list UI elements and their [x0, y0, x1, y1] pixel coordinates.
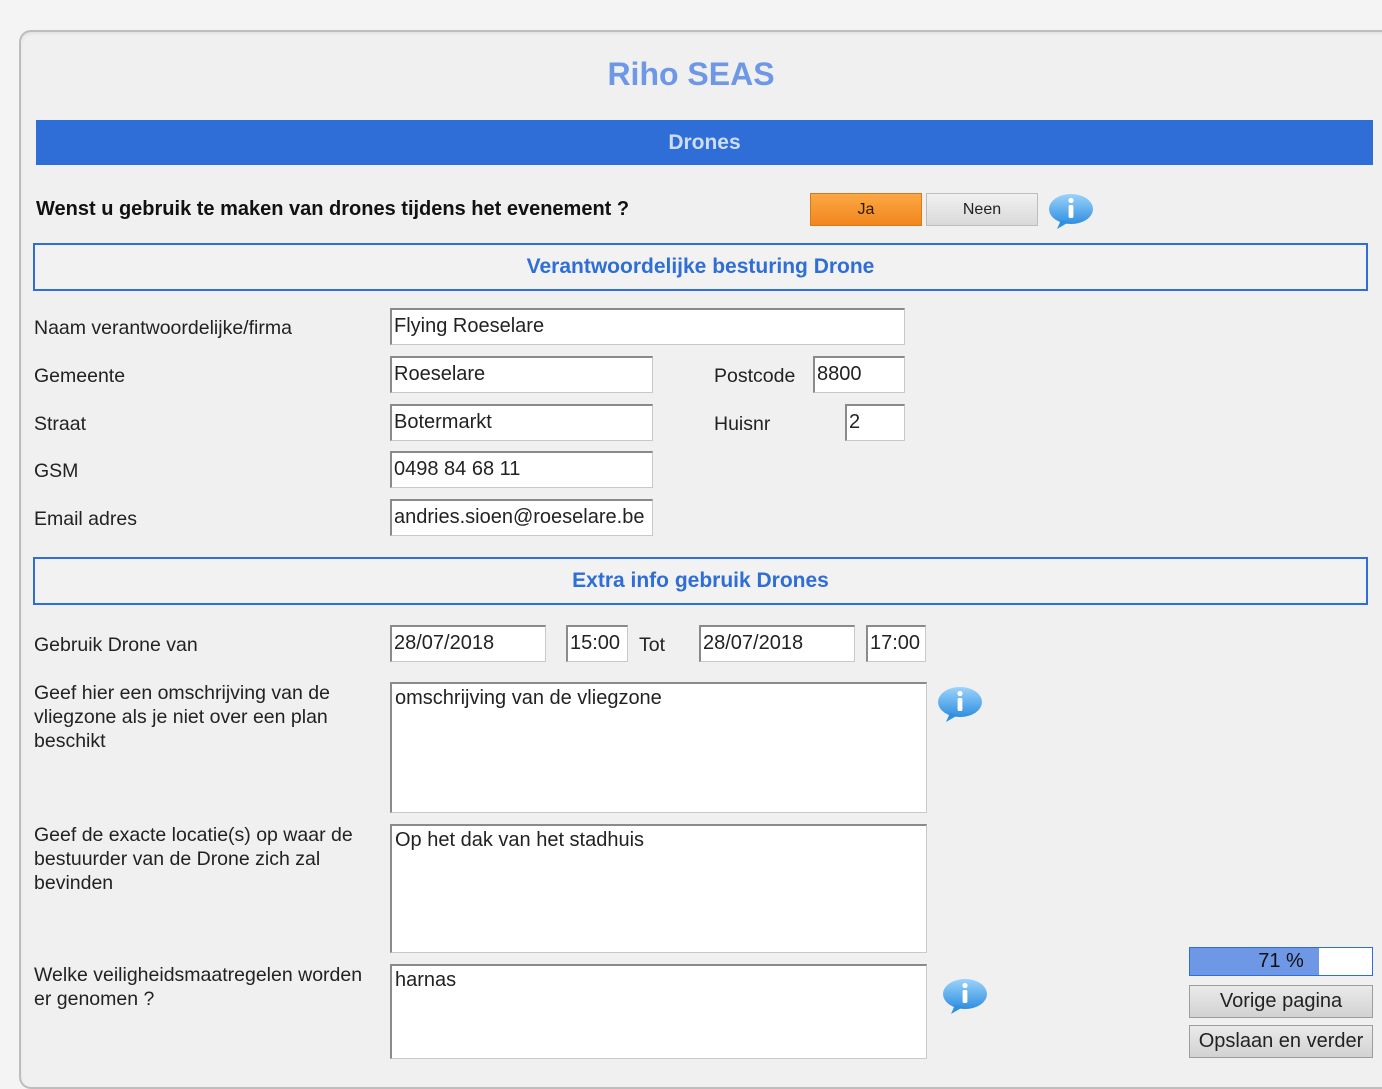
previous-page-button[interactable]: Vorige pagina [1189, 985, 1373, 1018]
to-date-field[interactable]: 28/07/2018 [699, 625, 855, 662]
postcode-label: Postcode [714, 365, 796, 387]
email-label: Email adres [34, 508, 137, 530]
safety-label: Welke veiligheidsmaatregelen worden er g… [34, 964, 363, 1010]
huisnr-label: Huisnr [714, 413, 771, 435]
postcode-field[interactable]: 8800 [813, 356, 905, 393]
from-date-field[interactable]: 28/07/2018 [390, 625, 546, 662]
no-button[interactable]: Neen [926, 193, 1038, 226]
email-field[interactable]: andries.sioen@roeselare.be [390, 499, 653, 536]
drone-question: Wenst u gebruik te maken van drones tijd… [36, 198, 630, 220]
to-time-field[interactable]: 17:00 [866, 625, 926, 662]
info-icon[interactable] [1047, 192, 1095, 230]
info-icon[interactable] [936, 685, 984, 723]
tot-label: Tot [639, 634, 666, 656]
section-header-responsible: Verantwoordelijke besturing Drone [33, 243, 1368, 291]
yes-button[interactable]: Ja [810, 193, 922, 226]
progress-text: 71 % [1258, 950, 1304, 972]
location-textarea[interactable]: Op het dak van het stadhuis [390, 824, 927, 953]
gsm-field[interactable]: 0498 84 68 11 [390, 451, 653, 488]
straat-label: Straat [34, 413, 87, 435]
name-label: Naam verantwoordelijke/firma [34, 317, 292, 339]
huisnr-field[interactable]: 2 [845, 404, 905, 441]
description-textarea[interactable]: omschrijving van de vliegzone [390, 682, 927, 813]
description-label: Geef hier een omschrijving van de vliegz… [34, 682, 330, 752]
straat-field[interactable]: Botermarkt [390, 404, 653, 441]
progress-bar: 71 % [1189, 947, 1373, 976]
use-from-label: Gebruik Drone van [34, 634, 198, 656]
section-header-extra-info: Extra info gebruik Drones [33, 557, 1368, 605]
from-time-field[interactable]: 15:00 [566, 625, 628, 662]
name-field[interactable]: Flying Roeselare [390, 308, 905, 345]
gemeente-field[interactable]: Roeselare [390, 356, 653, 393]
location-label: Geef de exacte locatie(s) op waar de bes… [34, 824, 353, 894]
app-title: Riho SEAS [607, 56, 775, 92]
gsm-label: GSM [34, 460, 79, 482]
page-banner: Drones [36, 120, 1373, 165]
safety-textarea[interactable]: harnas [390, 964, 927, 1059]
info-icon[interactable] [941, 977, 989, 1015]
save-and-continue-button[interactable]: Opslaan en verder [1189, 1025, 1373, 1058]
gemeente-label: Gemeente [34, 365, 126, 387]
